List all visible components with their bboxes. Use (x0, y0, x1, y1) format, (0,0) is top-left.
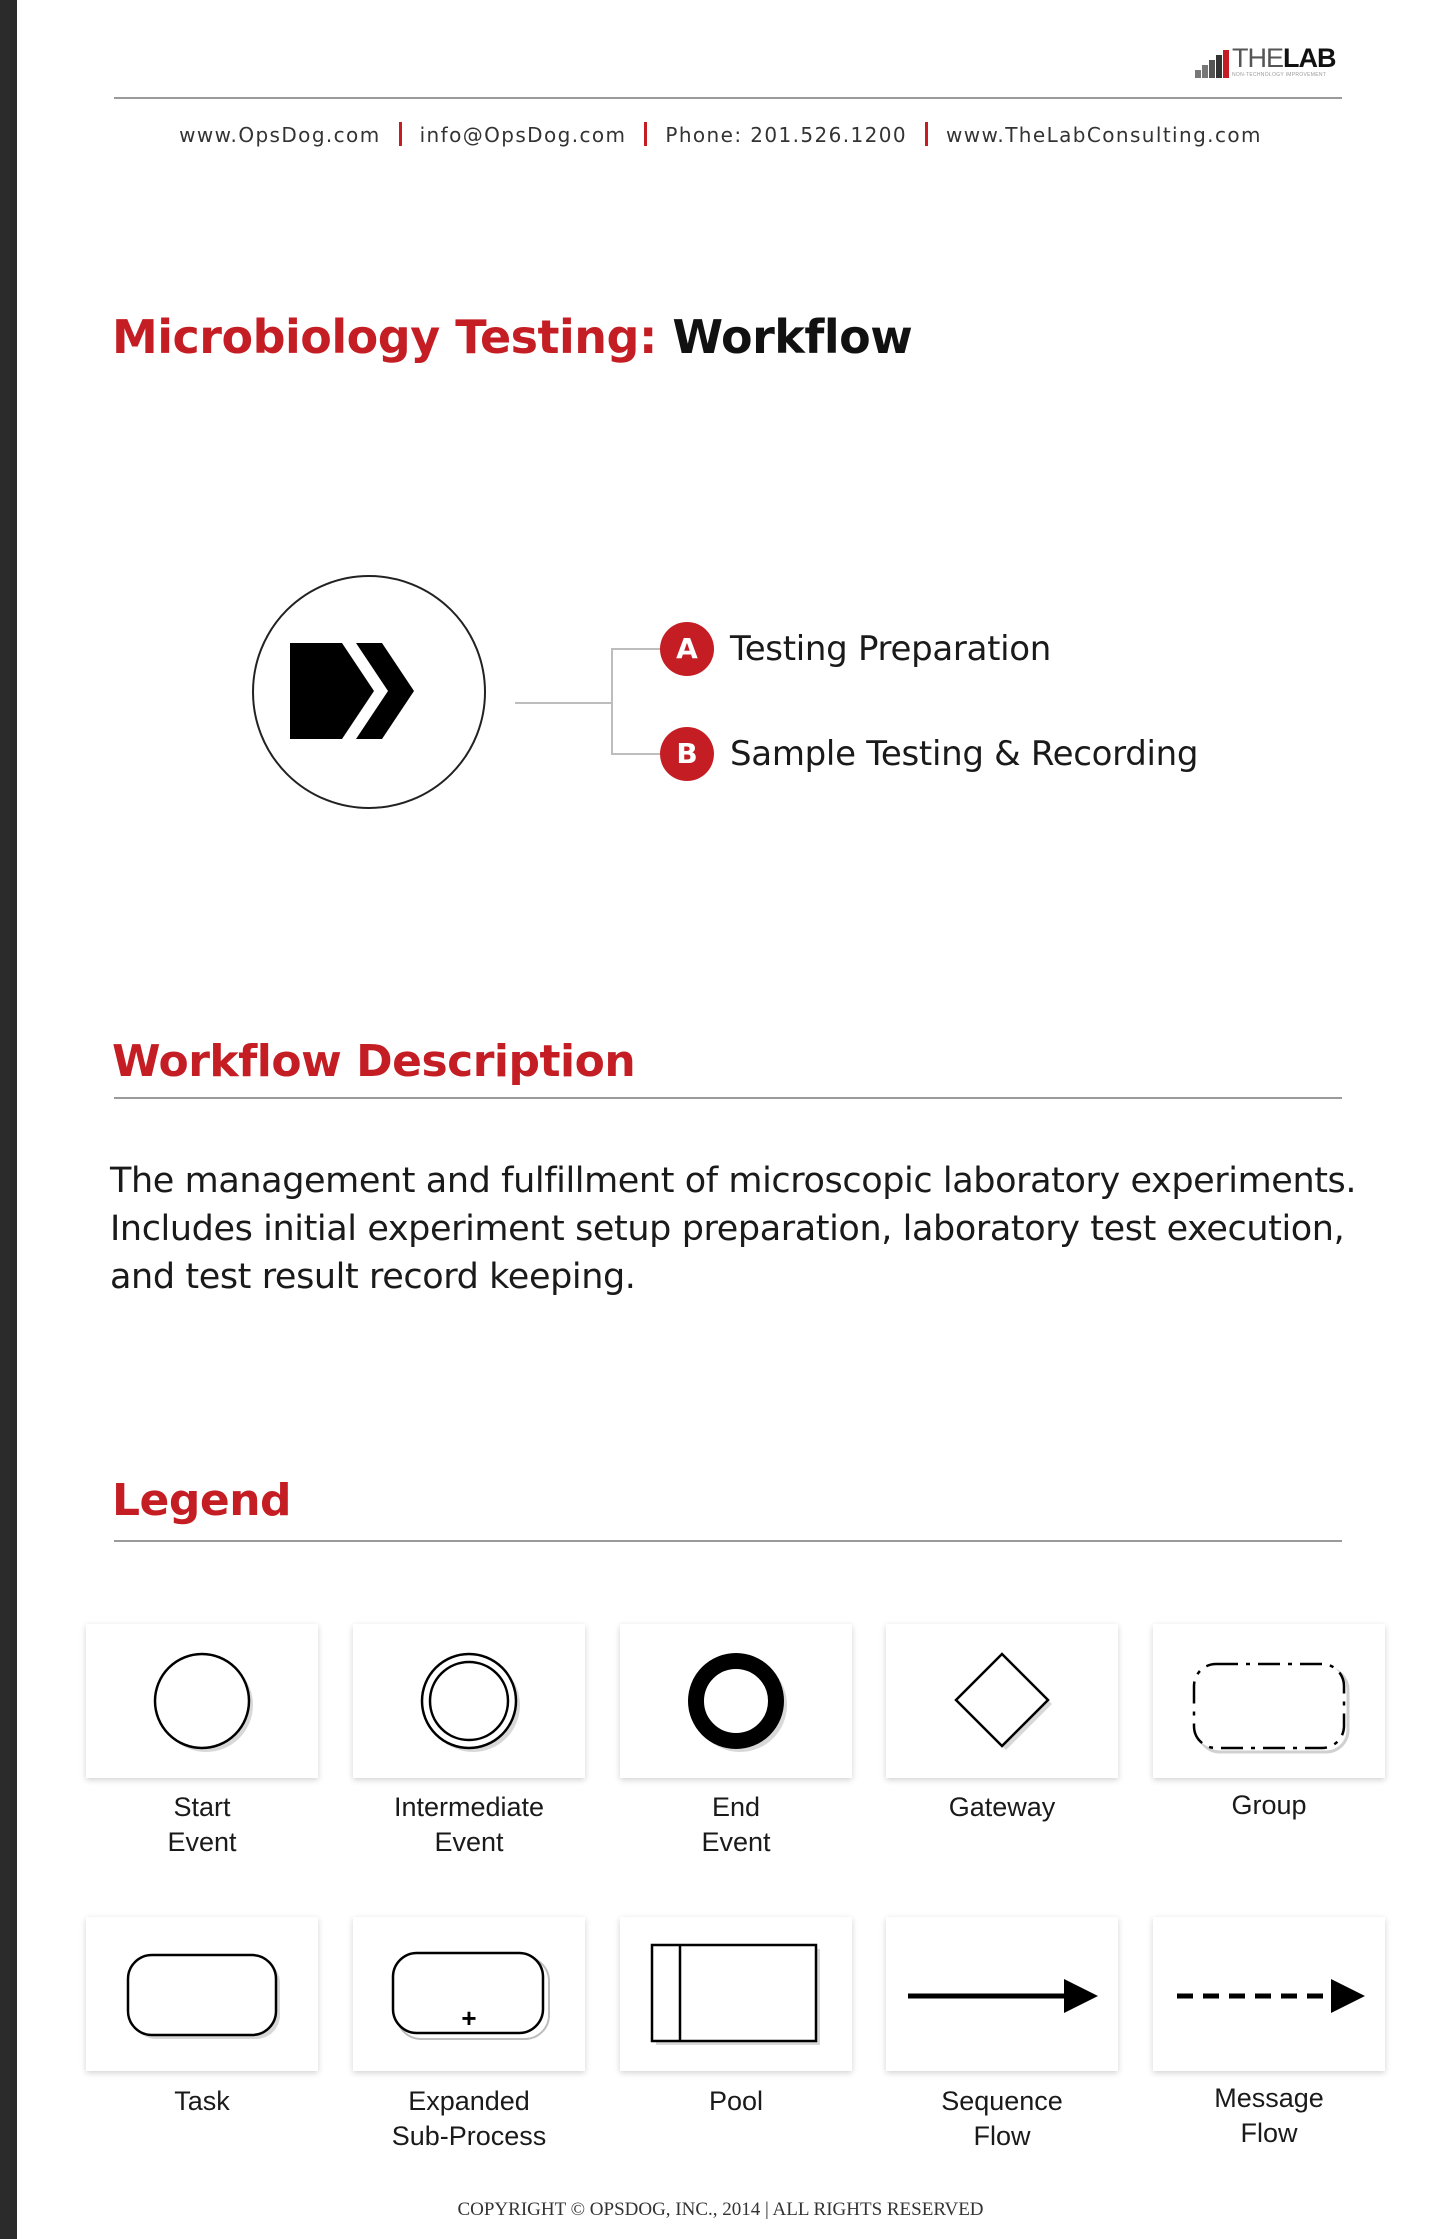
expanded-subprocess-icon: + (391, 1951, 550, 2040)
page-title: Microbiology Testing: Workflow (112, 310, 913, 364)
legend-card-message-flow (1153, 1917, 1385, 2071)
truncated-footer-line (360, 2232, 1120, 2239)
description-line: The management and fulfillment of micros… (110, 1161, 1357, 1201)
legend-card-sequence-flow (886, 1917, 1118, 2071)
connector-vertical (611, 648, 613, 754)
legend-rule (114, 1540, 1342, 1542)
step-badge-a: A (660, 622, 714, 676)
description-rule (114, 1097, 1342, 1099)
chevron-forward-icon (290, 643, 414, 739)
legend-heading: Legend (112, 1475, 292, 1526)
legend-label-gateway: Gateway (948, 1792, 1056, 1822)
step-badge-b: B (660, 727, 714, 781)
legend-label-sequence-flow: Sequence Flow (941, 2086, 1063, 2151)
contact-separator (398, 122, 402, 146)
intermediate-event-icon (420, 1652, 520, 1752)
legend-label-end-event: End Event (701, 1792, 771, 1857)
contact-separator (644, 122, 648, 146)
legend-label-message-flow: Message Flow (1214, 2083, 1324, 2148)
legend-card-task (86, 1917, 318, 2071)
legend-card-gateway (886, 1624, 1118, 1778)
logo-bars-icon (1195, 50, 1229, 78)
connector-stem (515, 702, 612, 704)
copyright-notice: COPYRIGHT © OPSDOG, INC., 2014 | ALL RIG… (457, 2199, 984, 2220)
legend-card-group (1153, 1624, 1385, 1778)
logo-tagline: NON-TECHNOLOGY IMPROVEMENT (1232, 72, 1327, 78)
phone-number: Phone: 201.526.1200 (665, 123, 907, 147)
pool-icon (650, 1943, 820, 2045)
email-link[interactable]: info@OpsDog.com (420, 123, 627, 147)
legend-label-start-event: Start Event (167, 1792, 237, 1857)
description-heading: Workflow Description (112, 1036, 636, 1087)
legend-label-group: Group (1231, 1790, 1307, 1820)
header-rule (114, 97, 1342, 99)
logo-the: THE (1232, 43, 1284, 73)
end-event-icon (688, 1653, 787, 1752)
legend-label-intermediate-event: Intermediate Event (393, 1792, 545, 1857)
logo-wordmark: THELAB (1232, 44, 1336, 72)
logo-lab: LAB (1283, 43, 1336, 73)
gateway-icon (954, 1652, 1052, 1750)
website2-link[interactable]: www.TheLabConsulting.com (946, 123, 1262, 147)
legend-card-intermediate-event (353, 1624, 585, 1778)
legend-label-pool: Pool (708, 2086, 764, 2116)
contact-separator (925, 122, 928, 146)
legend-card-start-event (86, 1624, 318, 1778)
connector-branch-a (611, 648, 663, 650)
sequence-flow-icon (908, 1979, 1098, 2013)
legend-label-task: Task (174, 2086, 230, 2116)
description-line: Includes initial experiment setup prepar… (110, 1209, 1345, 1249)
left-edge-bar (0, 0, 17, 2239)
svg-text:+: + (461, 2003, 476, 2033)
the-lab-logo: THELAB NON-TECHNOLOGY IMPROVEMENT (1195, 44, 1355, 78)
start-event-icon (153, 1652, 253, 1752)
legend-card-end-event (620, 1624, 852, 1778)
group-icon (1192, 1662, 1350, 1754)
legend-label-expanded-subprocess: Expanded Sub-Process (391, 2086, 547, 2151)
description-line: and test result record keeping. (110, 1257, 636, 1297)
contact-bar: www.OpsDog.com info@OpsDog.com Phone: 201.… (0, 122, 1441, 147)
message-flow-icon (1177, 1979, 1365, 2013)
legend-card-expanded-subprocess: + (353, 1917, 585, 2071)
page-title-category: Microbiology Testing: (112, 310, 657, 364)
step-label-b: Sample Testing & Recording (730, 734, 1199, 774)
connector-branch-b (611, 753, 663, 755)
website-link[interactable]: www.OpsDog.com (179, 123, 380, 147)
legend-card-pool (620, 1917, 852, 2071)
task-icon (126, 1953, 280, 2039)
description-text: The management and fulfillment of micros… (110, 1157, 1360, 1301)
page-title-type: Workflow (672, 310, 913, 364)
step-label-a: Testing Preparation (730, 629, 1052, 669)
workflow-icon-circle (252, 575, 486, 809)
